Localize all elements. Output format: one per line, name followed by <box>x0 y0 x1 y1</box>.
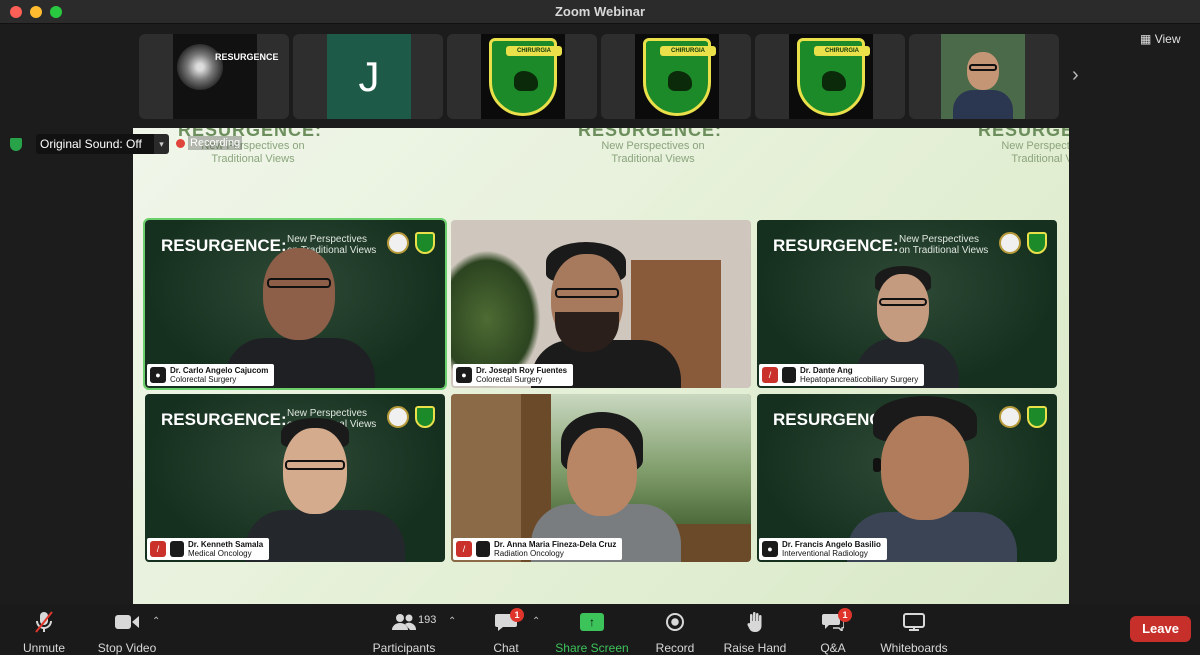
whiteboard-icon <box>878 610 950 634</box>
thumbnail-crest[interactable]: CHIRURGIA <box>447 34 597 119</box>
video-tile[interactable]: ● Dr. Joseph Roy Fuentes Colorectal Surg… <box>451 220 751 388</box>
mic-muted-icon: ● <box>456 367 472 383</box>
chat-button[interactable]: Chat 1 <box>488 608 524 655</box>
video-tile[interactable]: / Dr. Anna Maria Fineza-Dela Cruz Radiat… <box>451 394 751 562</box>
video-tile[interactable]: RESURGENCE: New Perspectives on Traditio… <box>757 220 1057 388</box>
title-bar: Zoom Webinar <box>0 0 1200 24</box>
video-thumbnail-strip: RESURGENCE J CHIRURGIA CHIRURGIA CHIRURG… <box>0 34 1200 120</box>
participant-nametag: ● Dr. Francis Angelo Basilio Interventio… <box>759 538 887 560</box>
mic-muted-icon: ● <box>762 541 778 557</box>
seal-logo-icon <box>999 406 1021 428</box>
participant-role: Hepatopancreaticobiliary Surgery <box>800 375 919 384</box>
stop-video-button[interactable]: Stop Video <box>94 610 160 655</box>
participant-role: Medical Oncology <box>188 549 252 558</box>
hand-icon <box>722 610 788 634</box>
participants-count: 193 <box>418 614 437 626</box>
thumbnail-person[interactable] <box>909 34 1059 119</box>
slide-title: RESURGENCE: <box>161 236 287 255</box>
participant-role: Interventional Radiology <box>782 549 868 558</box>
recording-label: Recording <box>188 136 243 150</box>
raise-hand-button[interactable]: Raise Hand <box>722 610 788 655</box>
chat-badge: 1 <box>510 608 524 622</box>
share-screen-button[interactable]: ↑ Share Screen <box>554 610 630 655</box>
participant-name: Dr. Dante Ang <box>800 366 853 375</box>
participant-role: Colorectal Surgery <box>476 375 543 384</box>
mic-muted-icon: / <box>150 541 166 557</box>
participant-name: Dr. Carlo Angelo Cajucom <box>170 366 269 375</box>
thumbnail-crest[interactable]: CHIRURGIA <box>601 34 751 119</box>
view-button[interactable]: ▦ View <box>1140 32 1180 46</box>
leave-button[interactable]: Leave <box>1130 616 1191 642</box>
original-sound-label[interactable]: Original Sound: Off <box>36 134 154 154</box>
slide-disc-graphic <box>177 44 223 90</box>
seal-logo-icon <box>999 232 1021 254</box>
crest-logo-icon: CHIRURGIA <box>489 38 562 116</box>
seal-logo-icon <box>387 232 409 254</box>
video-tile[interactable]: RESURGENCE: New Perspectives on Traditio… <box>143 218 447 390</box>
thumbnail-slide-text: RESURGENCE <box>215 52 279 62</box>
video-off-icon <box>476 541 490 557</box>
mic-muted-icon: / <box>762 367 778 383</box>
crest-logo-icon: CHIRURGIA <box>643 38 716 116</box>
slide-subtitle: New Perspectives on Traditional Views <box>899 234 989 256</box>
participant-name: Dr. Anna Maria Fineza-Dela Cruz <box>494 540 617 549</box>
video-off-icon <box>782 367 796 383</box>
share-screen-icon: ↑ <box>580 613 604 631</box>
shield-icon <box>10 138 22 151</box>
chevron-right-icon[interactable]: › <box>1072 64 1079 87</box>
participant-nametag: / Dr. Dante Ang Hepatopancreaticobiliary… <box>759 364 925 386</box>
participant-role: Colorectal Surgery <box>170 375 237 384</box>
participant-nametag: ● Dr. Carlo Angelo Cajucom Colorectal Su… <box>147 364 275 386</box>
participant-nametag: / Dr. Anna Maria Fineza-Dela Cruz Radiat… <box>453 538 623 560</box>
unmute-button[interactable]: Unmute <box>18 610 70 655</box>
crest-logo-icon <box>1027 406 1047 428</box>
participant-name: Dr. Francis Angelo Basilio <box>782 540 881 549</box>
whiteboards-button[interactable]: Whiteboards <box>878 610 950 655</box>
video-tile[interactable]: RESURGENCE ● Dr. Francis Angelo Basilio … <box>757 394 1057 562</box>
thumbnail-initial[interactable]: J <box>293 34 443 119</box>
crest-logo-icon <box>415 406 435 428</box>
slide-title: RESURGENCE: <box>773 236 899 255</box>
mic-off-icon <box>18 610 70 634</box>
crest-logo-icon <box>1027 232 1047 254</box>
record-icon <box>666 613 684 631</box>
video-camera-icon <box>94 610 160 634</box>
seal-logo-icon <box>387 406 409 428</box>
slide-title: RESURGENCE: <box>161 410 287 429</box>
grid-icon: ▦ <box>1140 32 1152 46</box>
meeting-toolbar: Unmute Stop Video ⌃ Participants 193 ⌃ C… <box>0 604 1200 655</box>
crest-logo-icon: CHIRURGIA <box>797 38 870 116</box>
headset-icon <box>873 458 881 472</box>
record-button[interactable]: Record <box>652 610 698 655</box>
curtain-graphic <box>451 394 521 562</box>
chevron-down-icon[interactable]: ▾ <box>154 134 169 154</box>
qa-badge: 1 <box>838 608 852 622</box>
thumbnail-slide[interactable]: RESURGENCE <box>139 34 289 119</box>
video-tile[interactable]: RESURGENCE: New Perspectives on Traditio… <box>145 394 445 562</box>
mic-muted-icon: ● <box>150 367 166 383</box>
chevron-up-icon[interactable]: ⌃ <box>448 616 456 627</box>
avatar: J <box>327 34 411 119</box>
qa-button[interactable]: Q&A 1 <box>818 608 852 655</box>
thumbnail-crest[interactable]: CHIRURGIA <box>755 34 905 119</box>
chevron-up-icon[interactable]: ⌃ <box>532 616 540 627</box>
chevron-up-icon[interactable]: ⌃ <box>152 616 160 627</box>
window-title: Zoom Webinar <box>554 4 646 19</box>
participant-name: Dr. Joseph Roy Fuentes <box>476 366 568 375</box>
mic-muted-icon: / <box>456 541 472 557</box>
participant-nametag: / Dr. Kenneth Samala Medical Oncology <box>147 538 270 560</box>
video-off-icon <box>170 541 184 557</box>
participant-nametag: ● Dr. Joseph Roy Fuentes Colorectal Surg… <box>453 364 574 386</box>
crest-logo-icon <box>415 232 435 254</box>
background-subtitle: New Perspectives on Traditional Views <box>601 140 705 165</box>
participant-name: Dr. Kenneth Samala <box>188 540 264 549</box>
participant-role: Radiation Oncology <box>494 549 564 558</box>
recording-dot-icon <box>176 139 185 148</box>
background-subtitle: New Perspectives on Traditional Views <box>1001 140 1069 165</box>
